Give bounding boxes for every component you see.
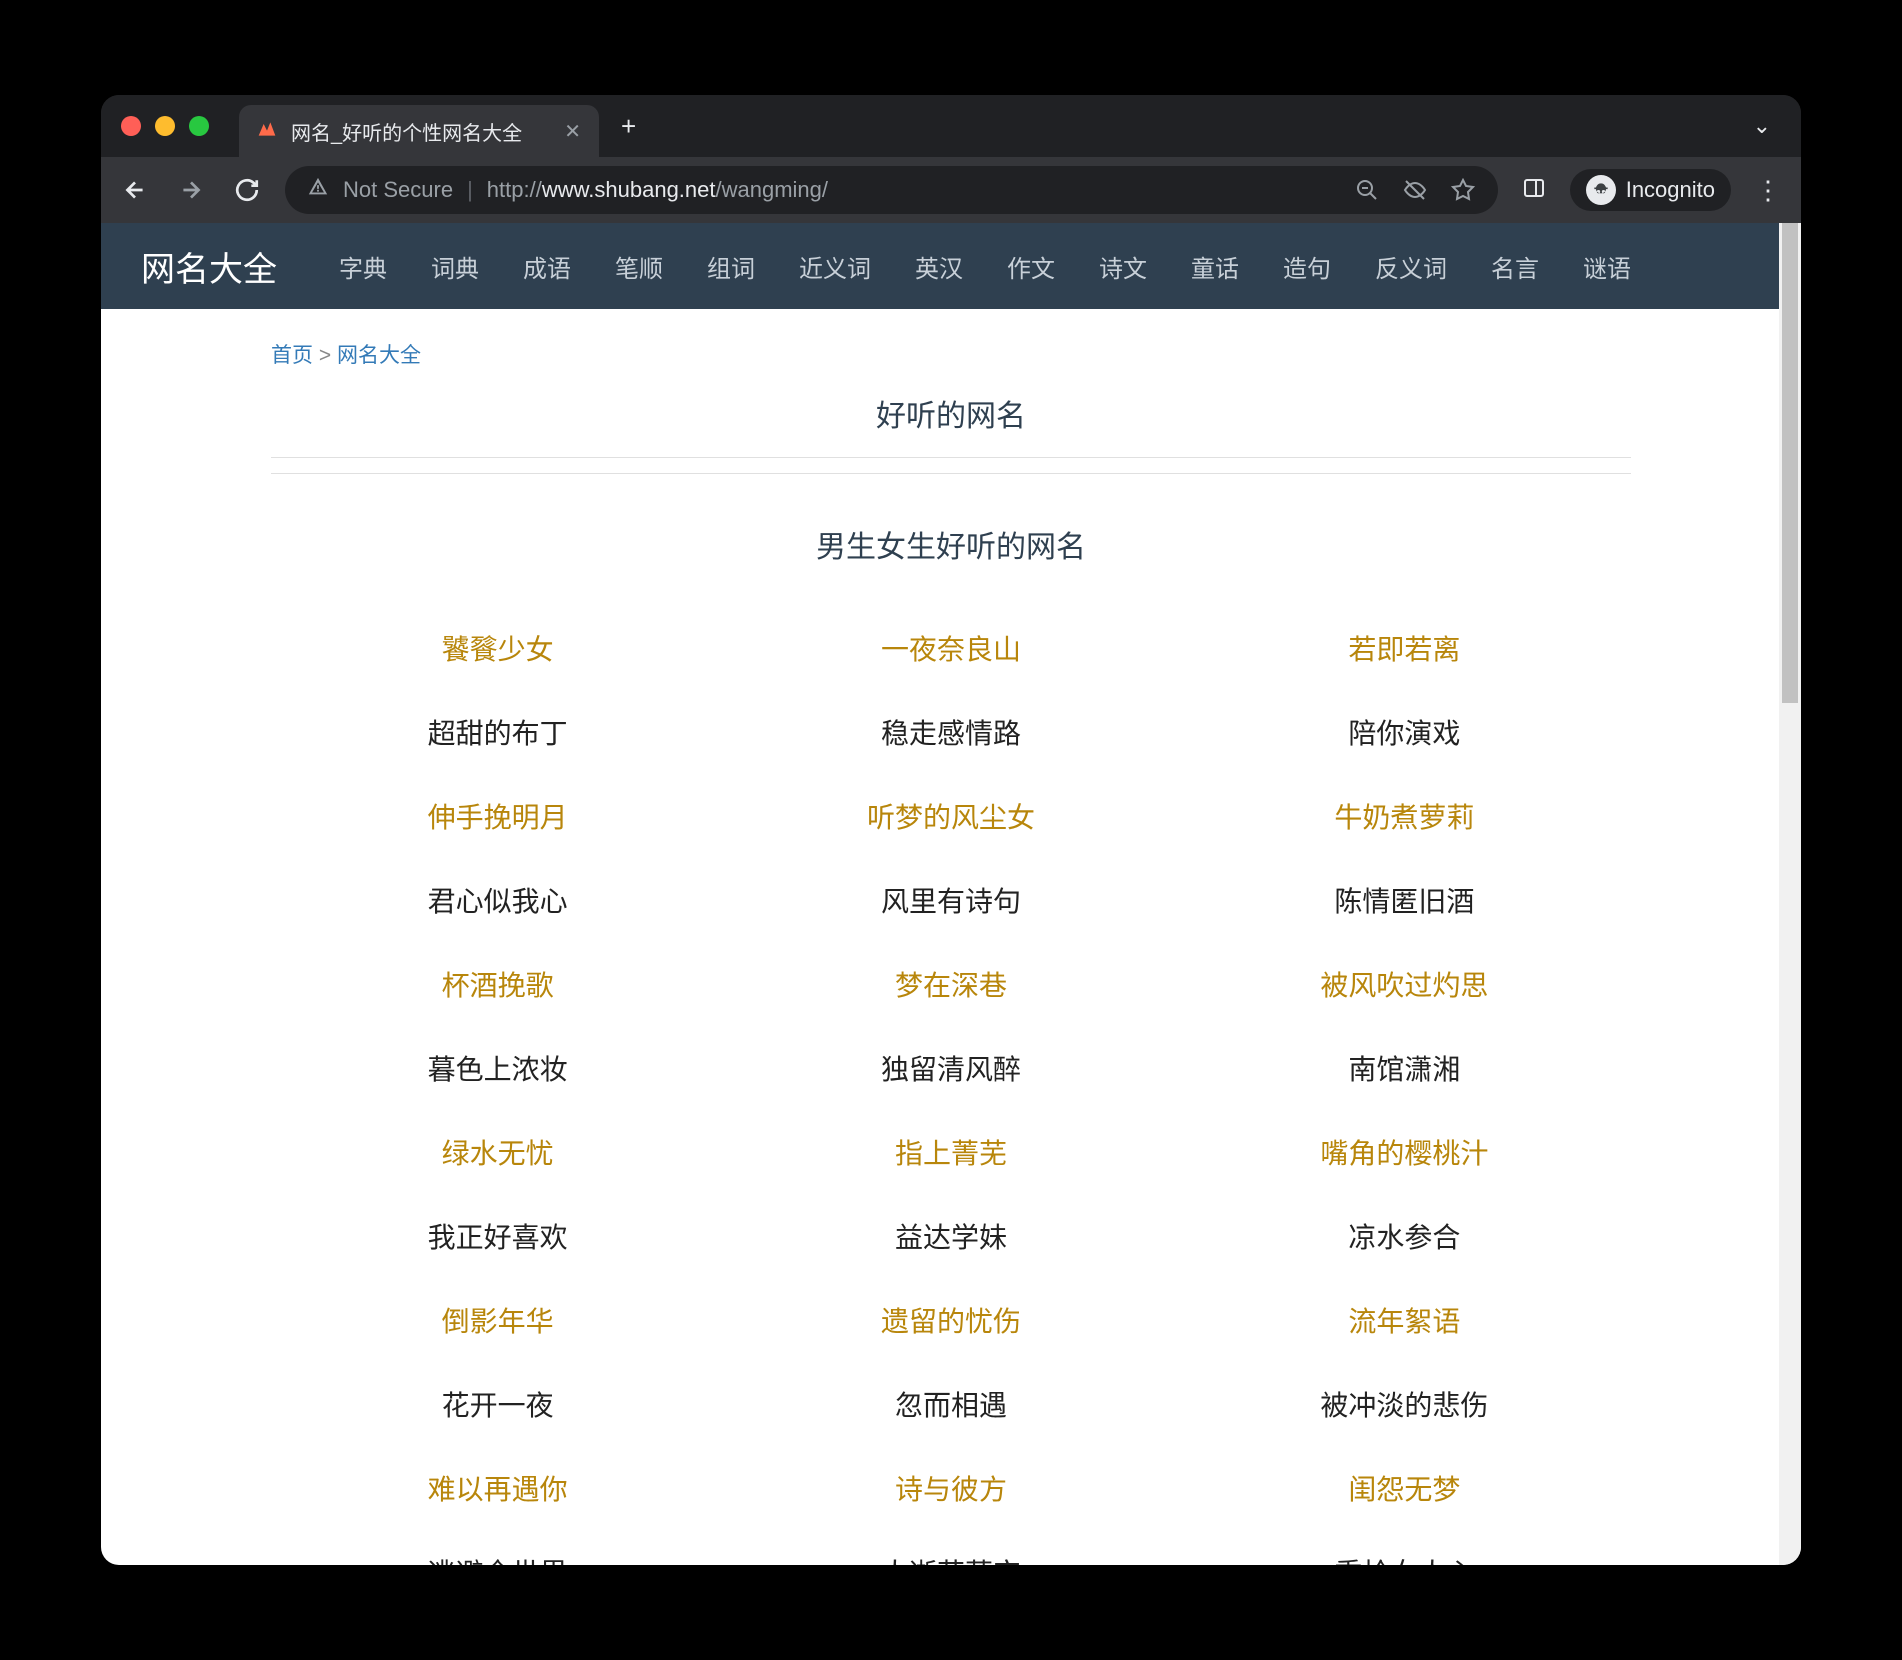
name-text: 益达学妹 (724, 1194, 1177, 1278)
url-scheme: http:// (487, 177, 542, 202)
nav-link[interactable]: 组词 (707, 249, 755, 284)
name-text: 花开一夜 (271, 1362, 724, 1446)
browser-tab[interactable]: 网名_好听的个性网名大全 ✕ (239, 105, 599, 157)
nav-link[interactable]: 英汉 (915, 249, 963, 284)
nav-link[interactable]: 造句 (1283, 249, 1331, 284)
name-text: 忽而相遇 (724, 1362, 1177, 1446)
separator: | (467, 177, 473, 203)
name-grid: 饕餮少女一夜奈良山若即若离超甜的布丁稳走感情路陪你演戏伸手挽明月听梦的风尘女牛奶… (271, 606, 1631, 1565)
incognito-badge[interactable]: Incognito (1570, 169, 1731, 211)
name-text: 重拾女人心 (1178, 1530, 1631, 1565)
name-link[interactable]: 若即若离 (1178, 606, 1631, 690)
tab-bar: 网名_好听的个性网名大全 ✕ + ⌄ (101, 95, 1801, 157)
scrollbar[interactable] (1779, 223, 1801, 1565)
name-link[interactable]: 诗与彼方 (724, 1446, 1177, 1530)
incognito-label: Incognito (1626, 177, 1715, 203)
url-text: http://www.shubang.net/wangming/ (487, 177, 828, 203)
browser-window: 网名_好听的个性网名大全 ✕ + ⌄ Not Secure | http://w (101, 95, 1801, 1565)
nav-link[interactable]: 作文 (1007, 249, 1055, 284)
name-link[interactable]: 绿水无忧 (271, 1110, 724, 1194)
name-text: 陪你演戏 (1178, 690, 1631, 774)
name-text: 人逝花落空 (724, 1530, 1177, 1565)
name-link[interactable]: 难以再遇你 (271, 1446, 724, 1530)
name-link[interactable]: 被风吹过灼思 (1178, 942, 1631, 1026)
zoom-icon[interactable] (1354, 177, 1380, 203)
name-text: 暮色上浓妆 (271, 1026, 724, 1110)
nav-link[interactable]: 笔顺 (615, 249, 663, 284)
new-tab-button[interactable]: + (621, 111, 636, 142)
maximize-window-button[interactable] (189, 116, 209, 136)
breadcrumb: 首页 > 网名大全 (271, 339, 1631, 369)
close-window-button[interactable] (121, 116, 141, 136)
nav-link[interactable]: 谜语 (1583, 249, 1631, 284)
nav-link[interactable]: 童话 (1191, 249, 1239, 284)
name-link[interactable]: 闺怨无梦 (1178, 1446, 1631, 1530)
name-link[interactable]: 饕餮少女 (271, 606, 724, 690)
breadcrumb-home[interactable]: 首页 (271, 344, 313, 367)
name-link[interactable]: 杯酒挽歌 (271, 942, 724, 1026)
tabs-dropdown-icon[interactable]: ⌄ (1753, 113, 1771, 139)
nav-buttons (121, 176, 261, 204)
name-link[interactable]: 一夜奈良山 (724, 606, 1177, 690)
site-title[interactable]: 网名大全 (141, 242, 277, 291)
name-link[interactable]: 听梦的风尘女 (724, 774, 1177, 858)
name-link[interactable]: 倒影年华 (271, 1278, 724, 1362)
name-text: 君心似我心 (271, 858, 724, 942)
section-title: 男生女生好听的网名 (271, 522, 1631, 566)
name-text: 独留清风醉 (724, 1026, 1177, 1110)
not-secure-icon (307, 176, 329, 204)
scrollbar-thumb[interactable] (1782, 223, 1798, 703)
back-button[interactable] (121, 176, 149, 204)
divider (271, 458, 1631, 474)
nav-link[interactable]: 名言 (1491, 249, 1539, 284)
name-text: 陈情匿旧酒 (1178, 858, 1631, 942)
name-text: 凉水参合 (1178, 1194, 1631, 1278)
not-secure-label: Not Secure (343, 177, 453, 203)
name-text: 稳走感情路 (724, 690, 1177, 774)
nav-link[interactable]: 字典 (339, 249, 387, 284)
addr-right-icons (1354, 177, 1476, 203)
name-text: 超甜的布丁 (271, 690, 724, 774)
reload-button[interactable] (233, 176, 261, 204)
name-link[interactable]: 嘴角的樱桃汁 (1178, 1110, 1631, 1194)
window-controls (121, 116, 209, 136)
panel-icon[interactable] (1522, 176, 1546, 205)
name-text: 南馆潇湘 (1178, 1026, 1631, 1110)
eye-off-icon[interactable] (1402, 177, 1428, 203)
nav-link[interactable]: 反义词 (1375, 249, 1447, 284)
site-nav: 网名大全 字典 词典 成语 笔顺 组词 近义词 英汉 作文 诗文 童话 造句 反义词 名言 谜语 (101, 223, 1801, 309)
name-text: 我正好喜欢 (271, 1194, 724, 1278)
breadcrumb-current[interactable]: 网名大全 (337, 344, 421, 367)
incognito-icon (1586, 175, 1616, 205)
page-viewport: 网名大全 字典 词典 成语 笔顺 组词 近义词 英汉 作文 诗文 童话 造句 反义词 名言 谜语 首页 >… (101, 223, 1801, 1565)
name-link[interactable]: 牛奶煮萝莉 (1178, 774, 1631, 858)
name-text: 逃避全世界 (271, 1530, 724, 1565)
forward-button[interactable] (177, 176, 205, 204)
nav-link[interactable]: 词典 (431, 249, 479, 284)
breadcrumb-sep: > (319, 344, 331, 367)
bookmark-star-icon[interactable] (1450, 177, 1476, 203)
nav-link[interactable]: 近义词 (799, 249, 871, 284)
address-bar: Not Secure | http://www.shubang.net/wang… (101, 157, 1801, 223)
nav-links: 字典 词典 成语 笔顺 组词 近义词 英汉 作文 诗文 童话 造句 反义词 名言 谜语 (339, 249, 1631, 284)
content-area: 首页 > 网名大全 好听的网名 男生女生好听的网名 饕餮少女一夜奈良山若即若离超… (101, 309, 1801, 1565)
tab-title: 网名_好听的个性网名大全 (291, 117, 522, 146)
page-title: 好听的网名 (271, 391, 1631, 458)
name-link[interactable]: 梦在深巷 (724, 942, 1177, 1026)
name-link[interactable]: 指上菁芜 (724, 1110, 1177, 1194)
url-field[interactable]: Not Secure | http://www.shubang.net/wang… (285, 166, 1498, 214)
name-text: 风里有诗句 (724, 858, 1177, 942)
menu-button[interactable]: ⋮ (1755, 175, 1781, 206)
name-link[interactable]: 伸手挽明月 (271, 774, 724, 858)
nav-link[interactable]: 诗文 (1099, 249, 1147, 284)
url-host: www.shubang.net (542, 177, 716, 202)
name-text: 被冲淡的悲伤 (1178, 1362, 1631, 1446)
url-path: /wangming/ (716, 177, 829, 202)
name-link[interactable]: 流年絮语 (1178, 1278, 1631, 1362)
minimize-window-button[interactable] (155, 116, 175, 136)
nav-link[interactable]: 成语 (523, 249, 571, 284)
close-tab-icon[interactable]: ✕ (564, 119, 581, 144)
name-link[interactable]: 遗留的忧伤 (724, 1278, 1177, 1362)
favicon-icon (257, 119, 277, 144)
